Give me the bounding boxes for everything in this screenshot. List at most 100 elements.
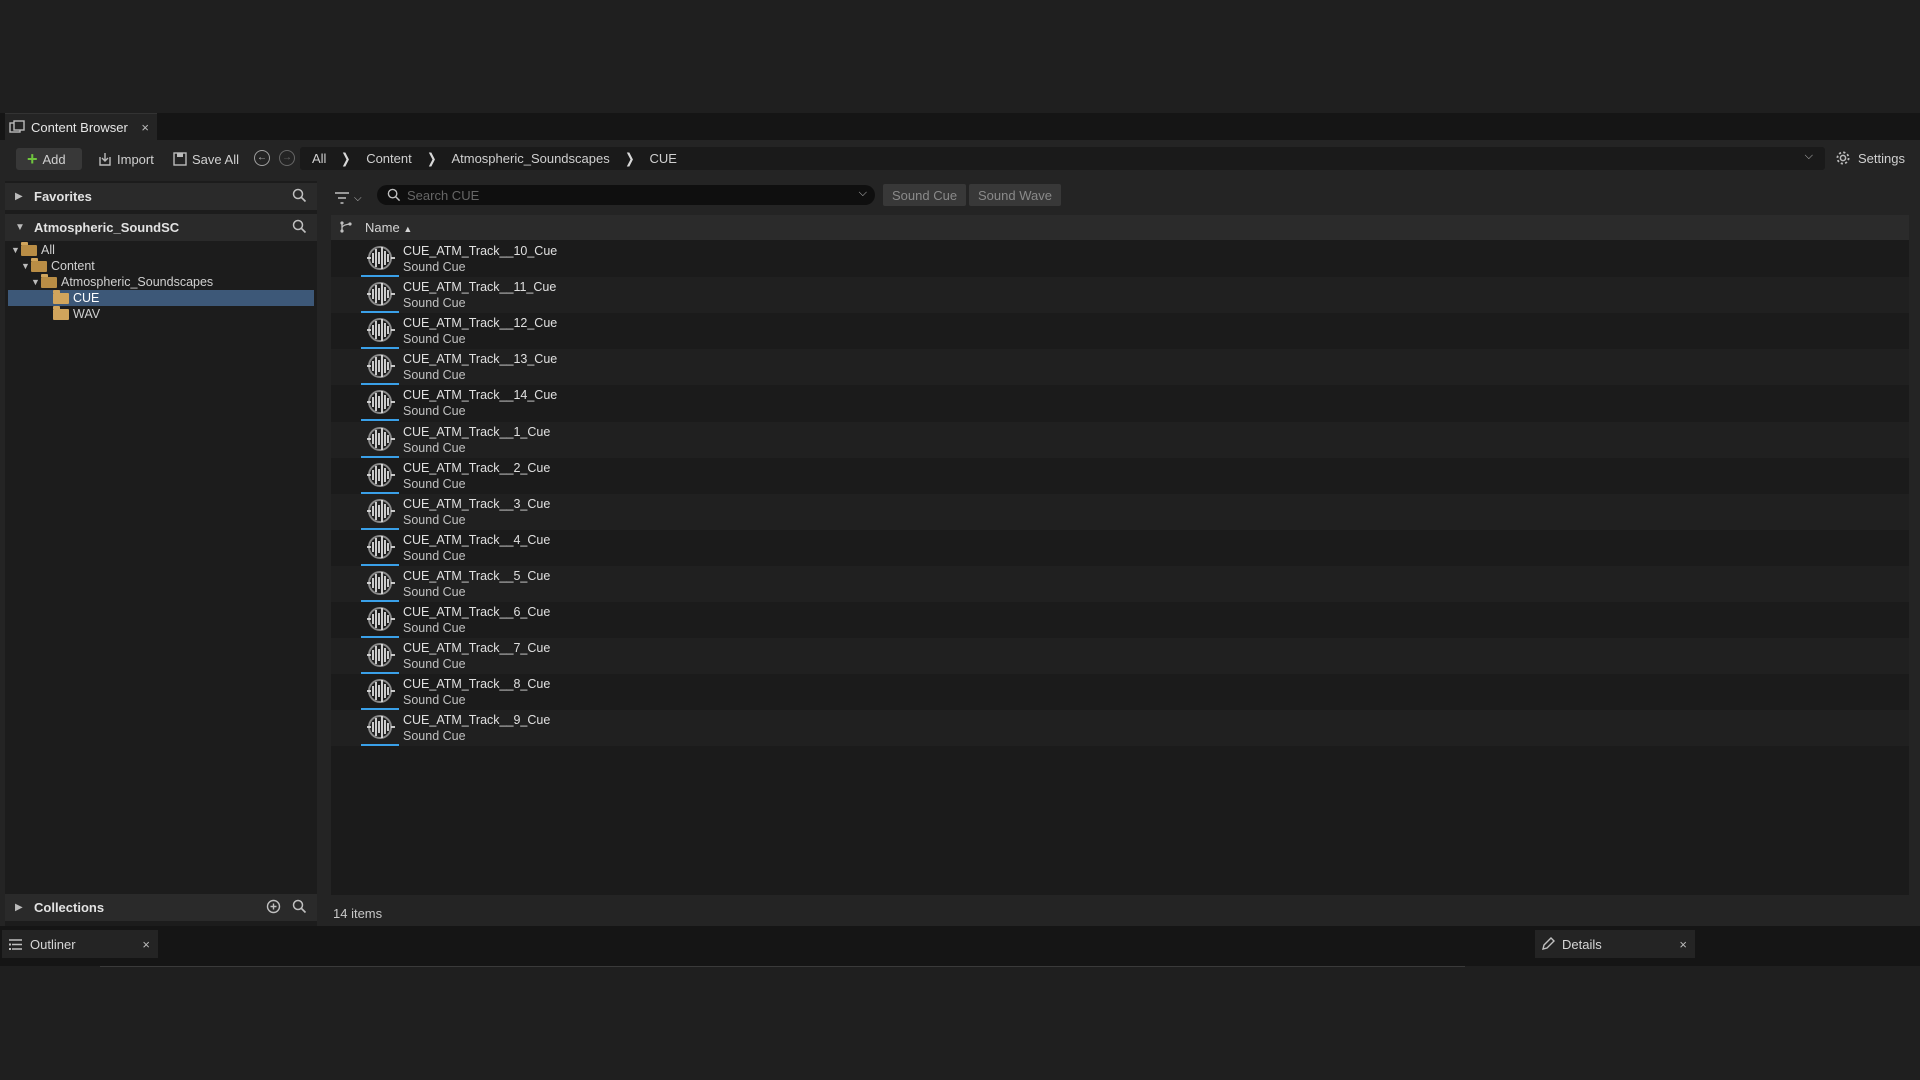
list-item[interactable]: CUE_ATM_Track__13_Cue Sound Cue (331, 349, 1909, 386)
item-count: 14 items (333, 906, 383, 921)
folder-tree: ▼ All ▼ Content ▼ Atmospheric_Soundscape… (8, 241, 314, 322)
search-icon[interactable] (292, 899, 307, 914)
add-button[interactable]: + Add (16, 148, 82, 170)
tree-item-label: Atmospheric_Soundscapes (61, 275, 214, 289)
favorites-header[interactable]: ▶ Favorites (5, 183, 317, 210)
list-item[interactable]: CUE_ATM_Track__10_Cue Sound Cue (331, 241, 1909, 277)
asset-name: CUE_ATM_Track__3_Cue (403, 496, 551, 511)
list-item[interactable]: CUE_ATM_Track__1_Cue Sound Cue (331, 421, 1909, 458)
close-icon[interactable]: × (141, 120, 149, 135)
list-item[interactable]: CUE_ATM_Track__6_Cue Sound Cue (331, 602, 1909, 638)
tab-outliner[interactable]: Outliner × (2, 930, 158, 958)
sound-cue-icon (361, 640, 399, 675)
asset-name: CUE_ATM_Track__12_Cue (403, 316, 558, 331)
sound-cue-icon (361, 604, 399, 638)
tree-item-content[interactable]: ▼ Content (8, 257, 314, 274)
chevron-down-icon[interactable]: ⌵ (859, 187, 867, 200)
search-icon[interactable] (292, 219, 307, 234)
gear-icon (1835, 150, 1851, 166)
tree-item-label: WAV (73, 307, 101, 321)
list-item[interactable]: CUE_ATM_Track__2_Cue Sound Cue (331, 458, 1909, 494)
sound-cue-icon (361, 243, 399, 277)
list-item[interactable]: CUE_ATM_Track__5_Cue Sound Cue (331, 565, 1909, 602)
tree-item-label: CUE (73, 291, 100, 305)
filter-chip-sound-cue[interactable]: Sound Cue (883, 184, 967, 206)
tab-content-browser[interactable]: Content Browser × (5, 113, 157, 140)
asset-name: CUE_ATM_Track__9_Cue (403, 713, 551, 728)
close-icon[interactable]: × (142, 937, 150, 952)
chevron-down-icon[interactable]: ▼ (31, 277, 41, 287)
add-collection-icon[interactable] (266, 899, 281, 914)
asset-type: Sound Cue (403, 621, 466, 635)
breadcrumb-content[interactable]: Content (366, 151, 412, 166)
collections-label: Collections (34, 900, 105, 915)
asset-name: CUE_ATM_Track__13_Cue (403, 352, 558, 367)
close-icon[interactable]: × (1679, 937, 1687, 952)
chevron-right-icon[interactable]: ❯ (427, 150, 436, 167)
chevron-right-icon: ▶ (15, 902, 23, 913)
chevron-right-icon[interactable]: ❯ (342, 150, 351, 167)
search-input[interactable] (407, 187, 847, 203)
asset-type: Sound Cue (403, 332, 466, 347)
chevron-right-icon[interactable]: ❯ (625, 150, 634, 167)
settings-label: Settings (1858, 150, 1905, 166)
import-button[interactable]: Import (97, 148, 154, 170)
asset-type: Sound Cue (403, 512, 466, 527)
search-field[interactable]: ⌵ (377, 185, 875, 205)
tree-item-all[interactable]: ▼ All (8, 241, 314, 258)
asset-name: CUE_ATM_Track__14_Cue (403, 388, 558, 403)
folder-open-icon (31, 257, 47, 272)
asset-name: CUE_ATM_Track__4_Cue (403, 532, 551, 547)
search-icon[interactable] (292, 188, 307, 203)
forward-icon[interactable]: → (279, 150, 295, 166)
asset-name: CUE_ATM_Track__6_Cue (403, 605, 551, 619)
breadcrumb-cue[interactable]: CUE (649, 151, 676, 166)
add-button-label: Add (42, 151, 66, 167)
column-header-name[interactable]: Name ▲ (365, 220, 412, 235)
outliner-icon (8, 938, 23, 951)
project-header[interactable]: ▼ Atmospheric_SoundSC (5, 214, 317, 241)
list-item[interactable]: CUE_ATM_Track__11_Cue Sound Cue (331, 277, 1909, 314)
tree-item-cue[interactable]: CUE (8, 289, 314, 306)
filter-chip-sound-wave[interactable]: Sound Wave (969, 184, 1061, 206)
list-item[interactable]: CUE_ATM_Track__4_Cue Sound Cue (331, 530, 1909, 566)
sound-cue-icon (361, 387, 399, 422)
chevron-down-icon[interactable]: ▼ (11, 245, 21, 255)
chevron-down-icon[interactable]: ⌵ (1805, 150, 1813, 163)
list-item[interactable]: CUE_ATM_Track__8_Cue Sound Cue (331, 674, 1909, 711)
breadcrumb-atmospheric-soundscapes[interactable]: Atmospheric_Soundscapes (451, 151, 609, 166)
asset-name: CUE_ATM_Track__5_Cue (403, 568, 551, 583)
sound-cue-icon (361, 532, 399, 566)
list-item[interactable]: CUE_ATM_Track__3_Cue Sound Cue (331, 493, 1909, 530)
chevron-down-icon[interactable]: ▼ (21, 261, 31, 271)
list-item[interactable]: CUE_ATM_Track__9_Cue Sound Cue (331, 710, 1909, 747)
tree-item-atmospheric-soundscapes[interactable]: ▼ Atmospheric_Soundscapes (8, 273, 314, 290)
collections-header[interactable]: ▶ Collections (5, 894, 317, 921)
asset-type: Sound Cue (403, 404, 466, 419)
list-item[interactable]: CUE_ATM_Track__14_Cue Sound Cue (331, 385, 1909, 422)
asset-type: Sound Cue (403, 729, 466, 744)
breadcrumb-all[interactable]: All (312, 151, 326, 166)
settings-button[interactable]: Settings (1835, 150, 1905, 166)
filter-icon (334, 191, 350, 205)
asset-type: Sound Cue (403, 368, 466, 383)
project-label: Atmospheric_SoundSC (34, 220, 180, 235)
back-icon[interactable]: ← (254, 150, 270, 166)
list-item[interactable]: CUE_ATM_Track__7_Cue Sound Cue (331, 638, 1909, 675)
filter-button[interactable]: ⌵ (334, 185, 362, 211)
tree-item-wav[interactable]: WAV (8, 305, 314, 322)
bottom-empty-area (0, 966, 1920, 1080)
sound-cue-icon (361, 496, 399, 530)
sound-cue-icon (361, 351, 399, 386)
asset-name: CUE_ATM_Track__1_Cue (403, 424, 551, 439)
asset-type: Sound Cue (403, 693, 466, 708)
sound-cue-icon (361, 279, 399, 314)
asset-type: Sound Cue (403, 584, 466, 599)
save-all-button[interactable]: Save All (173, 148, 239, 170)
tab-details-label: Details (1562, 936, 1602, 952)
tab-details[interactable]: Details × (1535, 930, 1695, 958)
list-item[interactable]: CUE_ATM_Track__12_Cue Sound Cue (331, 313, 1909, 350)
import-icon (97, 152, 112, 166)
branch-icon[interactable] (339, 220, 353, 234)
tab-outliner-label: Outliner (30, 936, 76, 952)
